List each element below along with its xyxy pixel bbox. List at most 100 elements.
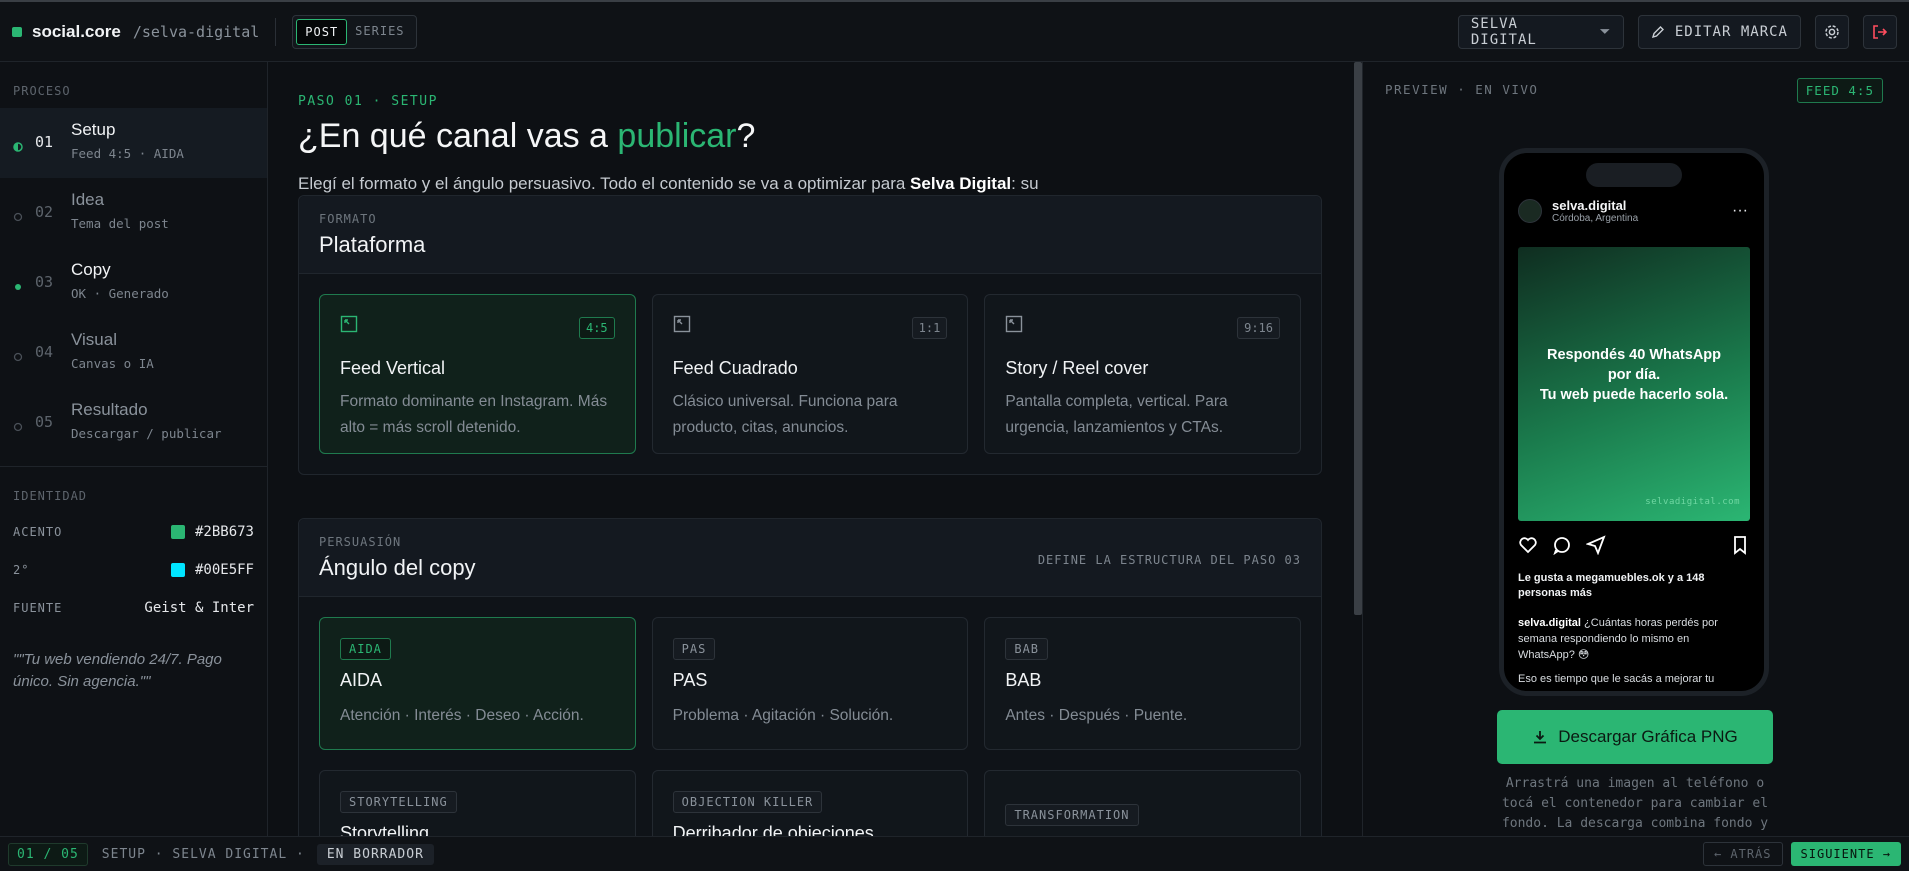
preview-panel: PREVIEW · EN VIVO FEED 4:5 selva.digital… — [1362, 62, 1909, 836]
download-icon — [1534, 731, 1547, 744]
logout-button[interactable] — [1863, 14, 1897, 49]
sidebar-step-visual[interactable]: 04 Visual Canvas o IA — [0, 318, 267, 388]
angle-kicker: PERSUASIÓN — [319, 535, 402, 549]
aspect-ratio-icon — [340, 315, 358, 333]
angle-cards-row-1: AIDA AIDA Atención · Interés · Deseo · A… — [299, 597, 1321, 750]
more-icon: ··· — [1732, 202, 1748, 219]
font-value: Geist & Inter — [144, 600, 254, 616]
identity-secondary-row: 2° #00E5FF — [0, 551, 267, 589]
tab-series[interactable]: SERIES — [347, 19, 412, 45]
ig-likes: Le gusta a megamuebles.ok y a 148 person… — [1518, 572, 1705, 599]
app-root: social.core /selva-digital POST SERIES S… — [0, 0, 1909, 871]
accent-swatch[interactable] — [170, 525, 185, 539]
format-card-feed-cuadrado[interactable]: 1:1 Feed Cuadrado Clásico universal. Fun… — [651, 294, 969, 454]
step-number: 05 — [35, 413, 54, 431]
brand-name[interactable]: social.core — [32, 22, 121, 42]
bookmark-icon — [1734, 536, 1746, 555]
aspect-ratio-icon — [1006, 315, 1023, 333]
angle-card-objection-killer[interactable]: OBJECTION KILLER Derribador de objecione… — [651, 770, 969, 836]
brand-select-value: SELVA DIGITAL — [1470, 15, 1537, 48]
lead-text: Elegí el formato y el ángulo persuasivo.… — [298, 174, 911, 193]
comment-icon — [1553, 537, 1570, 555]
back-button[interactable]: ← ATRÁS — [1702, 842, 1783, 866]
avatar — [1518, 199, 1542, 223]
brand-quote: ""Tu web vendiendo 24/7. Pago único. Sin… — [13, 651, 222, 690]
secondary-label: 2° — [13, 563, 30, 577]
format-cards: 4:5 Feed Vertical Formato dominante en I… — [299, 274, 1321, 474]
angle-card-title: AIDA — [340, 670, 383, 690]
sidebar-step-idea[interactable]: 02 Idea Tema del post — [0, 178, 267, 248]
mode-toggle: POST SERIES — [292, 14, 417, 49]
step-number: 02 — [35, 203, 54, 221]
angle-card-title: Derribador de objeciones — [672, 823, 874, 836]
format-card-desc: Formato dominante en Instagram. Más alto… — [340, 393, 608, 436]
brand-path: /selva-digital — [132, 22, 260, 41]
format-card-feed-vertical[interactable]: 4:5 Feed Vertical Formato dominante en I… — [319, 294, 636, 454]
angle-panel-header: PERSUASIÓN Ángulo del copy DEFINE LA EST… — [299, 519, 1321, 597]
format-card-story[interactable]: 9:16 Story / Reel cover Pantalla complet… — [984, 294, 1302, 454]
angle-pill: AIDA — [340, 638, 391, 660]
step-title: Idea — [71, 190, 105, 209]
angle-cards-row-2: STORYTELLING Storytelling OBJECTION KILL… — [299, 750, 1321, 836]
chevron-down-icon — [1600, 28, 1610, 34]
preview-label: PREVIEW · EN VIVO — [1385, 82, 1539, 97]
angle-pill: BAB — [1005, 638, 1049, 660]
angle-card-bab[interactable]: BAB BAB Antes · Después · Puente. — [984, 617, 1302, 750]
ig-post-header: selva.digital Córdoba, Argentina ··· — [1518, 198, 1748, 224]
step-title: Copy — [71, 260, 111, 279]
sidebar-step-setup[interactable]: 01 Setup Feed 4:5 · AIDA — [0, 108, 267, 178]
angle-card-transformation[interactable]: TRANSFORMATION — [984, 770, 1302, 836]
phone-mockup[interactable]: selva.digital Córdoba, Argentina ··· Res… — [1499, 148, 1769, 696]
step-number: 03 — [35, 273, 54, 291]
step-number: 04 — [35, 343, 54, 361]
download-png-button[interactable]: Descargar Gráfica PNG — [1497, 710, 1773, 764]
angle-pill: PAS — [672, 638, 716, 660]
aspect-ratio-icon — [673, 315, 690, 333]
sidebar-step-resultado[interactable]: 05 Resultado Descargar / publicar — [0, 388, 267, 458]
status-badge: EN BORRADOR — [316, 843, 434, 865]
angle-card-desc: Atención · Interés · Deseo · Acción. — [340, 707, 584, 724]
angle-panel: PERSUASIÓN Ángulo del copy DEFINE LA EST… — [298, 518, 1322, 836]
caption-user: selva.digital — [1518, 617, 1581, 629]
preview-format-badge: FEED 4:5 — [1796, 78, 1883, 103]
format-card-desc: Pantalla completa, vertical. Para urgenc… — [1005, 393, 1228, 436]
heart-icon — [1519, 537, 1537, 554]
identity-accent-row: ACENTO #2BB673 — [0, 513, 267, 551]
step-title: Resultado — [71, 400, 148, 419]
angle-card-storytelling[interactable]: STORYTELLING Storytelling — [319, 770, 636, 836]
title-text: ¿En qué canal vas a — [298, 117, 618, 155]
format-card-title: Feed Vertical — [340, 358, 446, 378]
ig-actions — [1518, 535, 1750, 555]
half-circle-icon — [13, 142, 23, 152]
secondary-swatch[interactable] — [170, 563, 185, 577]
post-image[interactable]: Respondés 40 WhatsApp por día. Tu web pu… — [1518, 247, 1750, 521]
secondary-value: #00E5FF — [194, 562, 254, 578]
edit-brand-button[interactable]: EDITAR MARCA — [1637, 14, 1801, 49]
title-accent: publicar — [617, 117, 737, 155]
main-scrollbar[interactable] — [1354, 62, 1362, 615]
step-title: Setup — [71, 120, 116, 139]
logout-icon — [1873, 24, 1888, 39]
step-subtitle: Canvas o IA — [71, 356, 154, 371]
angle-card-pas[interactable]: PAS PAS Problema · Agitación · Solución. — [651, 617, 969, 750]
step-counter: 01 / 05 — [8, 842, 88, 866]
format-ratio-badge: 1:1 — [911, 317, 948, 339]
settings-button[interactable] — [1815, 14, 1849, 49]
empty-circle-icon — [13, 212, 23, 222]
identity-label: IDENTIDAD — [13, 489, 88, 503]
angle-pill: OBJECTION KILLER — [672, 791, 823, 813]
tab-post[interactable]: POST — [296, 18, 348, 45]
brand-select[interactable]: SELVA DIGITAL — [1457, 14, 1624, 49]
ig-caption: selva.digital ¿Cuántas horas perdés por … — [1518, 615, 1748, 663]
next-button[interactable]: SIGUIENTE → — [1790, 842, 1901, 866]
font-label: FUENTE — [13, 601, 63, 615]
step-subtitle: Feed 4:5 · AIDA — [71, 146, 184, 161]
step-subtitle: Descargar / publicar — [71, 426, 222, 441]
sidebar-step-copy[interactable]: 03 Copy OK · Generado — [0, 248, 267, 318]
download-label: Descargar Gráfica PNG — [1558, 727, 1738, 746]
ig-username: selva.digital — [1552, 198, 1627, 213]
accent-value: #2BB673 — [194, 524, 254, 540]
phone-notch — [1586, 163, 1682, 187]
format-panel-header: FORMATO Plataforma — [299, 196, 1321, 274]
angle-card-aida[interactable]: AIDA AIDA Atención · Interés · Deseo · A… — [319, 617, 636, 750]
